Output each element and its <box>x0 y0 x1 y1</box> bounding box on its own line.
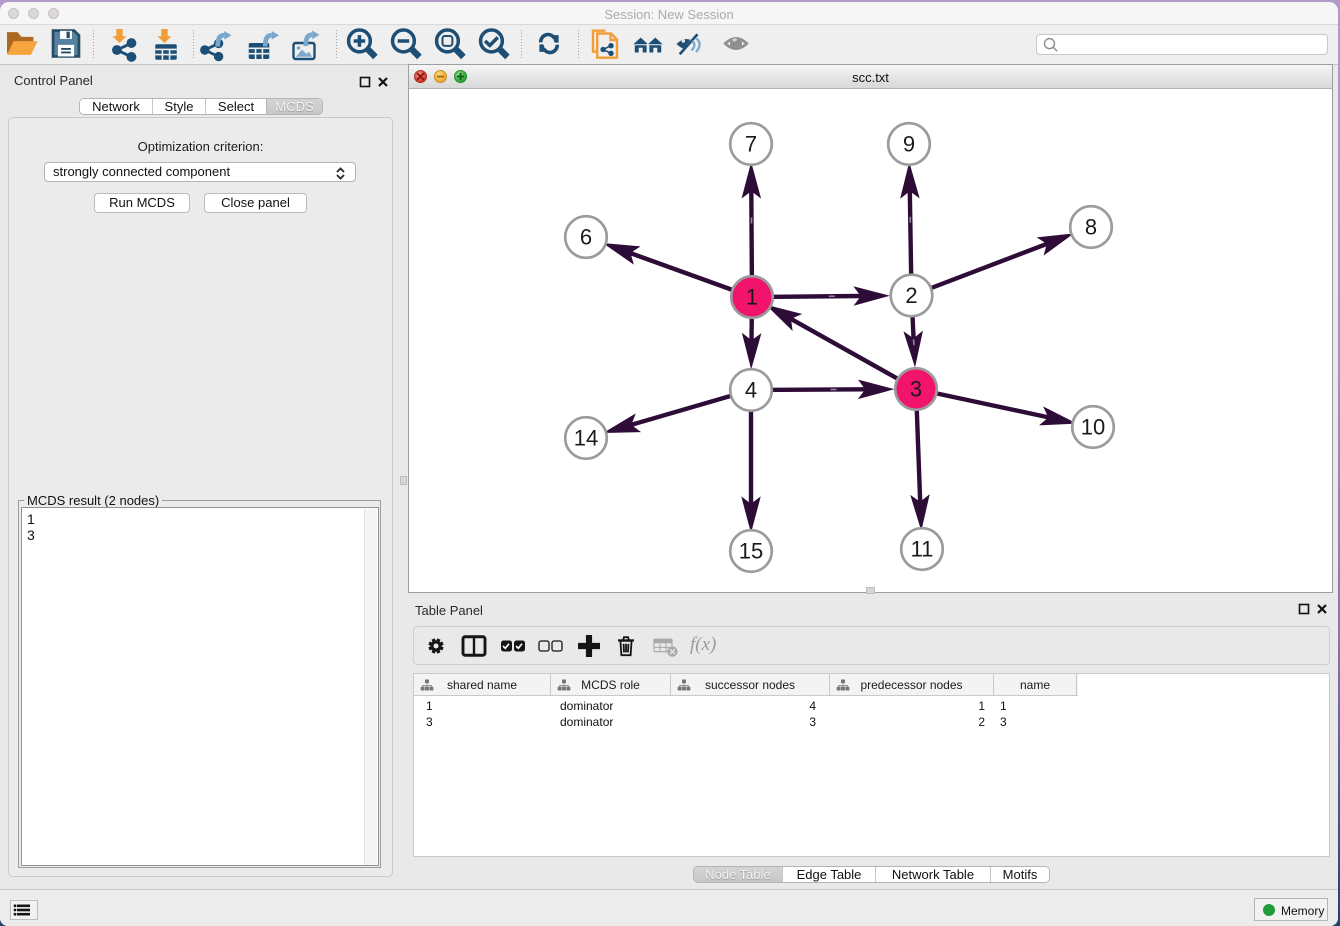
svg-text:14: 14 <box>574 426 598 451</box>
svg-text:6: 6 <box>580 225 592 250</box>
svg-text:11: 11 <box>911 537 934 562</box>
svg-text:1: 1 <box>746 285 758 310</box>
svg-text:7: 7 <box>745 132 757 157</box>
svg-text:9: 9 <box>903 132 915 157</box>
svg-text:4: 4 <box>745 378 757 403</box>
svg-text:3: 3 <box>910 377 922 402</box>
svg-text:15: 15 <box>739 539 763 564</box>
svg-text:2: 2 <box>905 283 917 308</box>
svg-text:10: 10 <box>1081 415 1105 440</box>
svg-text:8: 8 <box>1085 215 1097 240</box>
